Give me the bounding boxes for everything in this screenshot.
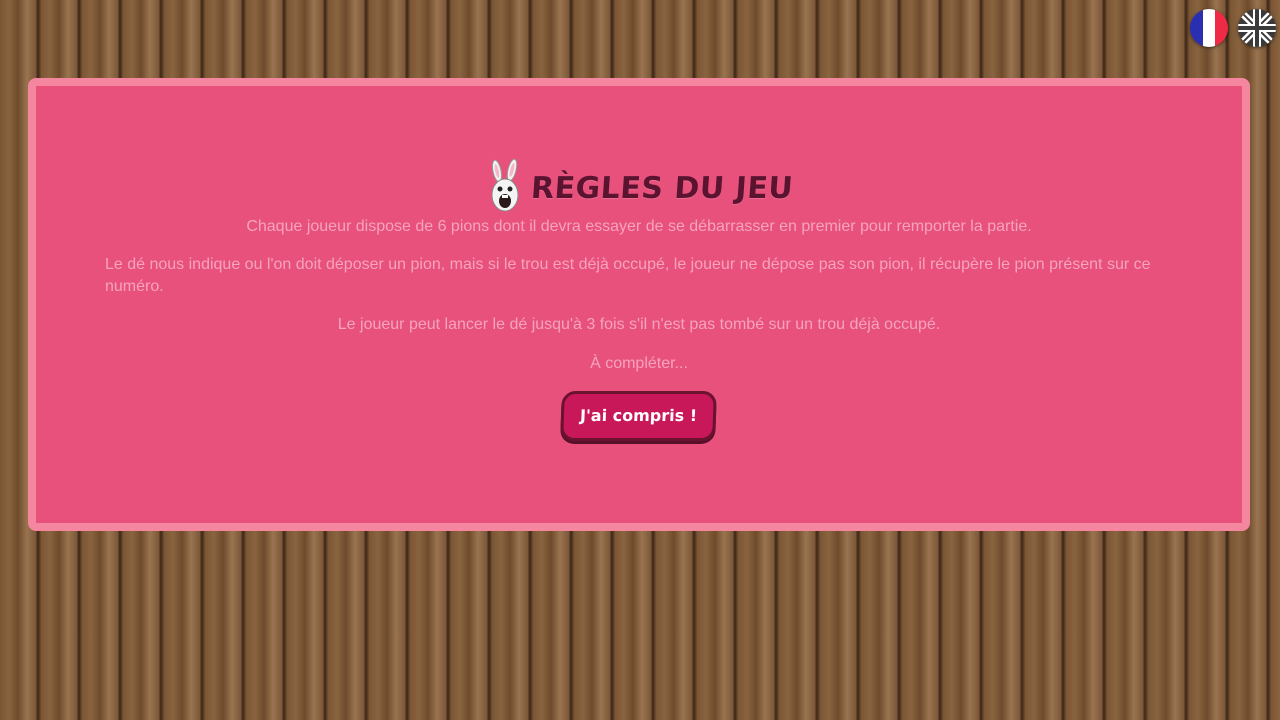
rules-title: Règles du jeu [529, 170, 795, 206]
rabbid-icon [485, 158, 525, 217]
language-switcher [1190, 9, 1276, 47]
understood-button[interactable]: J'ai compris ! [560, 391, 718, 441]
rules-header: Règles du jeu [36, 158, 1242, 217]
france-flag-icon[interactable] [1190, 9, 1228, 47]
rule-paragraph-4: À compléter... [590, 355, 688, 372]
uk-flag-icon[interactable] [1238, 9, 1276, 47]
rules-panel: Règles du jeu Chaque joueur dispose de 6… [28, 78, 1250, 531]
rule-paragraph-1: Chaque joueur dispose de 6 pions dont il… [246, 218, 1032, 235]
rule-paragraph-2: Le dé nous indique ou l'on doit déposer … [105, 256, 1151, 295]
rule-paragraph-3: Le joueur peut lancer le dé jusqu'à 3 fo… [337, 316, 941, 333]
rules-text: Chaque joueur dispose de 6 pions dont il… [36, 216, 1242, 375]
